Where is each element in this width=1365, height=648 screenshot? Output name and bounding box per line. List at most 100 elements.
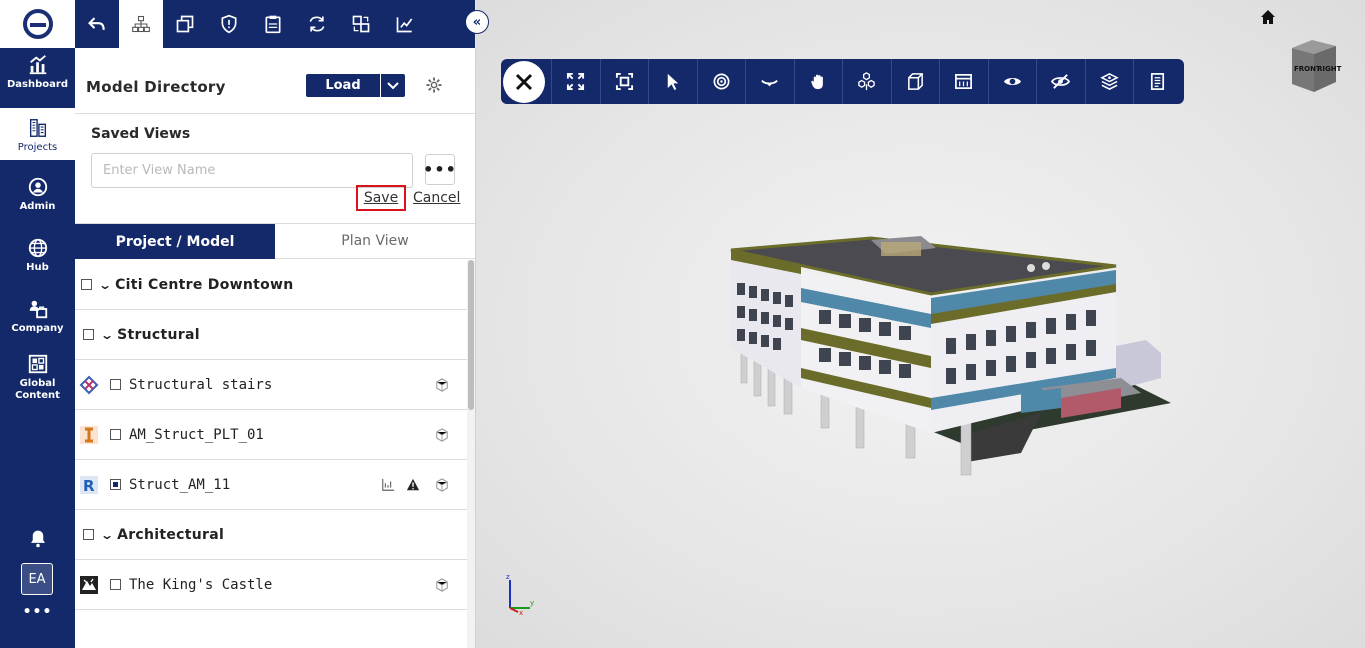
tree-row-group-structural[interactable]: ⌄ Structural	[75, 310, 467, 360]
hierarchy-icon	[132, 15, 150, 33]
left-nav-rail: Dashboard Projects Admin Hub Company Glo…	[0, 0, 75, 648]
close-icon	[515, 73, 533, 90]
model-cube-icon[interactable]	[435, 477, 449, 492]
logo-icon	[22, 9, 53, 39]
compare-button[interactable]	[339, 0, 383, 48]
notifications-button[interactable]	[0, 528, 75, 552]
fit-view-button[interactable]	[599, 59, 649, 104]
buildings-icon	[29, 119, 46, 137]
nav-dashboard[interactable]: Dashboard	[0, 54, 75, 98]
globe-icon	[28, 238, 47, 258]
issues-button[interactable]	[207, 0, 251, 48]
show-button[interactable]	[987, 59, 1037, 104]
nav-hub[interactable]: Hub	[0, 237, 75, 277]
load-dropdown-button[interactable]	[380, 74, 405, 97]
fullscreen-button[interactable]	[551, 59, 600, 104]
eye-off-icon	[1051, 74, 1071, 89]
look-button[interactable]	[745, 59, 794, 104]
checkbox[interactable]	[83, 329, 94, 340]
nav-hub-label: Hub	[26, 262, 49, 273]
axis-chart-icon[interactable]	[381, 478, 395, 492]
axis-z-label: z	[506, 573, 510, 581]
3d-viewer[interactable]: FRONT RIGHT z x y	[476, 0, 1365, 648]
checkbox[interactable]	[110, 579, 121, 590]
checkbox[interactable]	[83, 529, 94, 540]
ifc-file-icon	[79, 425, 99, 445]
explode-button[interactable]	[842, 59, 891, 104]
tree-row-model[interactable]: AM_Struct_PLT_01	[75, 410, 467, 460]
building-model-render[interactable]	[721, 228, 1181, 483]
tree-row-group-architectural[interactable]: ⌄ Architectural	[75, 510, 467, 560]
view-name-input[interactable]	[91, 153, 413, 188]
saved-views-title: Saved Views	[91, 126, 191, 142]
app-logo[interactable]	[0, 0, 75, 48]
navigation-cube[interactable]: FRONT RIGHT	[1282, 38, 1344, 94]
nav-global-content[interactable]: Global Content	[0, 353, 75, 405]
expand-icon	[567, 72, 585, 91]
nav-admin[interactable]: Admin	[0, 176, 75, 216]
chevron-down-icon[interactable]: ⌄	[98, 278, 112, 292]
gear-icon[interactable]	[425, 76, 443, 94]
axis-triad: z x y	[506, 573, 534, 616]
avatar[interactable]: EA	[21, 563, 53, 595]
divider	[75, 113, 475, 114]
model-cube-icon[interactable]	[435, 577, 449, 592]
sketchup-file-icon	[79, 575, 99, 595]
tree-row-project[interactable]: ⌄ Citi Centre Downtown	[75, 260, 467, 310]
load-button[interactable]: Load	[306, 74, 380, 97]
model-tree: ⌄ Citi Centre Downtown ⌄ Structural Stru…	[75, 260, 467, 648]
model-cube-icon[interactable]	[435, 427, 449, 442]
orbit-icon	[713, 73, 730, 90]
sync-button[interactable]	[295, 0, 339, 48]
chevron-down-icon[interactable]: ⌄	[100, 328, 114, 342]
cancel-view-button[interactable]: Cancel	[413, 190, 460, 206]
user-circle-icon	[28, 177, 47, 197]
layers-button[interactable]	[163, 0, 207, 48]
model-cube-icon[interactable]	[435, 377, 449, 392]
grid-icon	[28, 354, 47, 374]
tree-row-model[interactable]: Structural stairs	[75, 360, 467, 410]
layers-visibility-button[interactable]	[1084, 59, 1134, 104]
checkbox[interactable]	[81, 279, 92, 290]
model-label: AM_Struct_PLT_01	[129, 426, 264, 443]
saved-views-more-button[interactable]: •••	[423, 154, 456, 185]
compare-icon	[352, 15, 370, 33]
section-box-button[interactable]	[890, 59, 940, 104]
properties-button[interactable]	[1133, 59, 1182, 104]
model-label: Structural stairs	[129, 376, 273, 393]
nav-projects[interactable]: Projects	[0, 108, 75, 160]
pan-button[interactable]	[793, 59, 843, 104]
rfi-button[interactable]	[251, 0, 295, 48]
chevron-down-icon[interactable]: ⌄	[100, 528, 114, 542]
chart-icon	[29, 55, 46, 75]
section-plane-button[interactable]	[939, 59, 988, 104]
home-icon[interactable]	[1260, 9, 1276, 25]
hide-button[interactable]	[1036, 59, 1085, 104]
tree-row-model[interactable]: R Struct_AM_11	[75, 460, 467, 510]
model-tree-button[interactable]	[119, 0, 163, 48]
scrollbar-thumb[interactable]	[468, 260, 474, 410]
checkbox[interactable]	[110, 429, 121, 440]
checkbox[interactable]	[110, 379, 121, 390]
look-around-icon	[761, 79, 779, 87]
warning-icon[interactable]	[406, 478, 420, 492]
close-toolbar-button[interactable]	[503, 60, 545, 103]
tab-project-model[interactable]: Project / Model	[75, 224, 275, 259]
markup-button[interactable]	[383, 0, 427, 48]
tree-scrollbar[interactable]	[467, 260, 475, 648]
checkbox[interactable]	[110, 479, 121, 490]
orbit-button[interactable]	[696, 59, 746, 104]
back-button[interactable]	[75, 0, 119, 48]
navcube-right-label: RIGHT	[1317, 65, 1342, 73]
revit-file-icon: R	[79, 475, 99, 495]
tab-plan-view[interactable]: Plan View	[275, 224, 475, 259]
save-view-button[interactable]: Save	[356, 185, 406, 211]
nav-company[interactable]: Company	[0, 298, 75, 338]
collapse-panel-button[interactable]: «	[465, 10, 489, 34]
select-button[interactable]	[648, 59, 697, 104]
clipboard-icon	[265, 15, 281, 34]
copy-icon	[176, 15, 194, 33]
tree-row-model[interactable]: The King's Castle	[75, 560, 467, 610]
box-icon	[907, 73, 923, 90]
more-menu-button[interactable]: •••	[0, 604, 75, 620]
